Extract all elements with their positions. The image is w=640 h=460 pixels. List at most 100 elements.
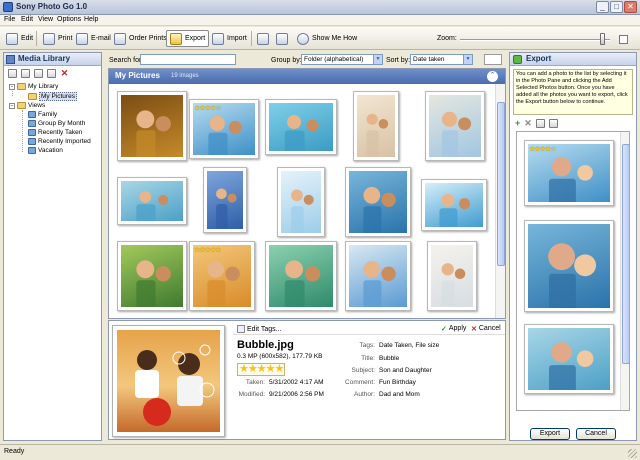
- photo-image: [429, 95, 481, 157]
- photo-thumbnail[interactable]: [345, 167, 411, 237]
- collapse-up-icon[interactable]: ⌃: [487, 71, 498, 82]
- collapse-icon[interactable]: −: [9, 83, 15, 90]
- rotate-left-button[interactable]: [254, 30, 272, 47]
- tree-node-label: Recently Taken: [38, 129, 83, 136]
- export-toolbar: + ✕: [515, 119, 558, 128]
- delete-icon[interactable]: ✕: [60, 69, 69, 78]
- add-folder-icon[interactable]: [8, 69, 17, 78]
- rotate-left-icon: [257, 32, 269, 45]
- photo-thumbnail[interactable]: [353, 91, 399, 161]
- tree-node-group-by-month[interactable]: Group By Month: [28, 119, 85, 128]
- photo-thumbnail[interactable]: [117, 91, 187, 161]
- edit-tags-button[interactable]: Edit Tags...: [237, 325, 282, 333]
- photo-thumbnail[interactable]: [117, 241, 187, 311]
- subject-value[interactable]: Son and Daughter: [379, 367, 432, 374]
- zoom-slider-thumb[interactable]: [599, 33, 605, 45]
- add-photos-icon[interactable]: +: [515, 119, 520, 128]
- order-prints-button[interactable]: Order Prints: [111, 30, 170, 47]
- scrollbar-thumb[interactable]: [497, 102, 505, 266]
- print-button[interactable]: Print: [40, 30, 75, 47]
- tags-value[interactable]: Date Taken, File size: [379, 342, 439, 349]
- photo-thumbnail[interactable]: [265, 99, 337, 155]
- comment-value[interactable]: Fun Birthday: [379, 379, 416, 386]
- order-prints-label: Order Prints: [129, 35, 167, 42]
- apply-button[interactable]: ✓ Apply: [441, 325, 466, 333]
- photo-image: [193, 245, 251, 307]
- tree-node-recently-imported[interactable]: Recently Imported: [28, 137, 91, 146]
- collapse-icon[interactable]: −: [9, 102, 15, 109]
- import-button[interactable]: Import: [209, 30, 250, 47]
- properties-icon[interactable]: [34, 69, 43, 78]
- menu-options[interactable]: Options: [57, 16, 81, 23]
- email-button[interactable]: E-mail: [73, 30, 114, 47]
- photo-thumbnail[interactable]: [427, 241, 477, 311]
- photo-image: [528, 224, 610, 308]
- cancel-tags-button[interactable]: ✕ Cancel: [471, 325, 501, 333]
- export-button[interactable]: Export: [166, 30, 210, 47]
- sort-by-select[interactable]: Date taken ▼: [410, 54, 473, 65]
- menu-view[interactable]: View: [38, 16, 53, 23]
- view-icon: [28, 138, 36, 145]
- photo-image: [207, 171, 243, 229]
- export-cancel-button[interactable]: Cancel: [576, 428, 616, 440]
- title-label: Title:: [361, 355, 375, 362]
- tree-node-my-library[interactable]: − My Library: [9, 82, 58, 91]
- menu-edit[interactable]: Edit: [21, 16, 33, 23]
- menu-file[interactable]: File: [4, 16, 15, 23]
- search-label: Search for:: [109, 57, 144, 64]
- view-options-icon[interactable]: [548, 119, 558, 128]
- export-thumbnail[interactable]: [524, 324, 614, 394]
- zoom-slider-track[interactable]: [460, 39, 610, 41]
- modified-label: Modified:: [238, 391, 265, 398]
- preview-image: [117, 330, 220, 432]
- tree-node-family[interactable]: Family: [28, 110, 57, 119]
- menu-help[interactable]: Help: [84, 16, 98, 23]
- photo-thumbnail[interactable]: [277, 167, 325, 237]
- tree-node-my-pictures[interactable]: My Pictures: [28, 92, 77, 101]
- photo-thumbnail[interactable]: [203, 167, 247, 233]
- export-thumbnail[interactable]: ★★★★☆: [524, 140, 614, 206]
- export-list-scrollbar[interactable]: [620, 132, 629, 410]
- photo-grid-scrollbar[interactable]: [495, 84, 505, 318]
- edit-button[interactable]: Edit: [3, 30, 36, 47]
- tree-node-label: Family: [38, 111, 58, 118]
- export-help-text: You can add a photo to the list by selec…: [513, 69, 633, 115]
- export-confirm-button[interactable]: Export: [530, 428, 570, 440]
- photo-group-header[interactable]: My Pictures 19 images ⌃: [109, 69, 505, 84]
- search-input[interactable]: [140, 54, 236, 65]
- media-library-toolbar: ✕: [8, 69, 69, 79]
- media-library-icon: [6, 55, 15, 64]
- zoom-fit-icon[interactable]: [619, 35, 628, 44]
- remove-photo-icon[interactable]: ✕: [524, 119, 532, 128]
- tree-node-views[interactable]: − Views: [9, 101, 45, 110]
- rename-icon[interactable]: [47, 69, 56, 78]
- photo-thumbnail[interactable]: [117, 177, 187, 225]
- photo-thumbnail[interactable]: [421, 179, 487, 231]
- show-me-how-button[interactable]: Show Me How: [294, 30, 360, 47]
- photo-thumbnail[interactable]: [345, 241, 411, 311]
- file-info: 0.3 MP (600x582), 177.79 KB: [237, 353, 323, 360]
- export-thumbnail[interactable]: [524, 220, 614, 312]
- view-mode-button[interactable]: [484, 54, 502, 65]
- group-by-select[interactable]: Folder (alphabetical) ▼: [301, 54, 383, 65]
- clear-list-icon[interactable]: [535, 119, 545, 128]
- scrollbar-thumb[interactable]: [622, 144, 629, 364]
- tree-node-vacation[interactable]: Vacation: [28, 146, 63, 155]
- title-value[interactable]: Bubble: [379, 355, 399, 362]
- new-view-icon[interactable]: [21, 69, 30, 78]
- photo-pane: Search for: Group by: Folder (alphabetic…: [105, 52, 508, 441]
- minimize-button[interactable]: _: [596, 1, 609, 13]
- app-icon: [3, 2, 13, 12]
- maximize-button[interactable]: □: [610, 1, 623, 13]
- photo-thumbnail[interactable]: [425, 91, 485, 161]
- author-value[interactable]: Dad and Mom: [379, 391, 420, 398]
- rotate-right-button[interactable]: [273, 30, 291, 47]
- rating-stars[interactable]: ★★★★★: [237, 363, 286, 376]
- photo-thumbnail[interactable]: [265, 241, 337, 311]
- window-title: Sony Photo Go 1.0: [16, 2, 88, 11]
- close-button[interactable]: ✕: [624, 1, 637, 13]
- photo-thumbnail[interactable]: ★★★★☆: [189, 99, 259, 159]
- photo-thumbnail[interactable]: ★★★★★: [189, 241, 255, 311]
- resize-grip-icon[interactable]: [628, 449, 637, 458]
- tree-node-recently-taken[interactable]: Recently Taken: [28, 128, 82, 137]
